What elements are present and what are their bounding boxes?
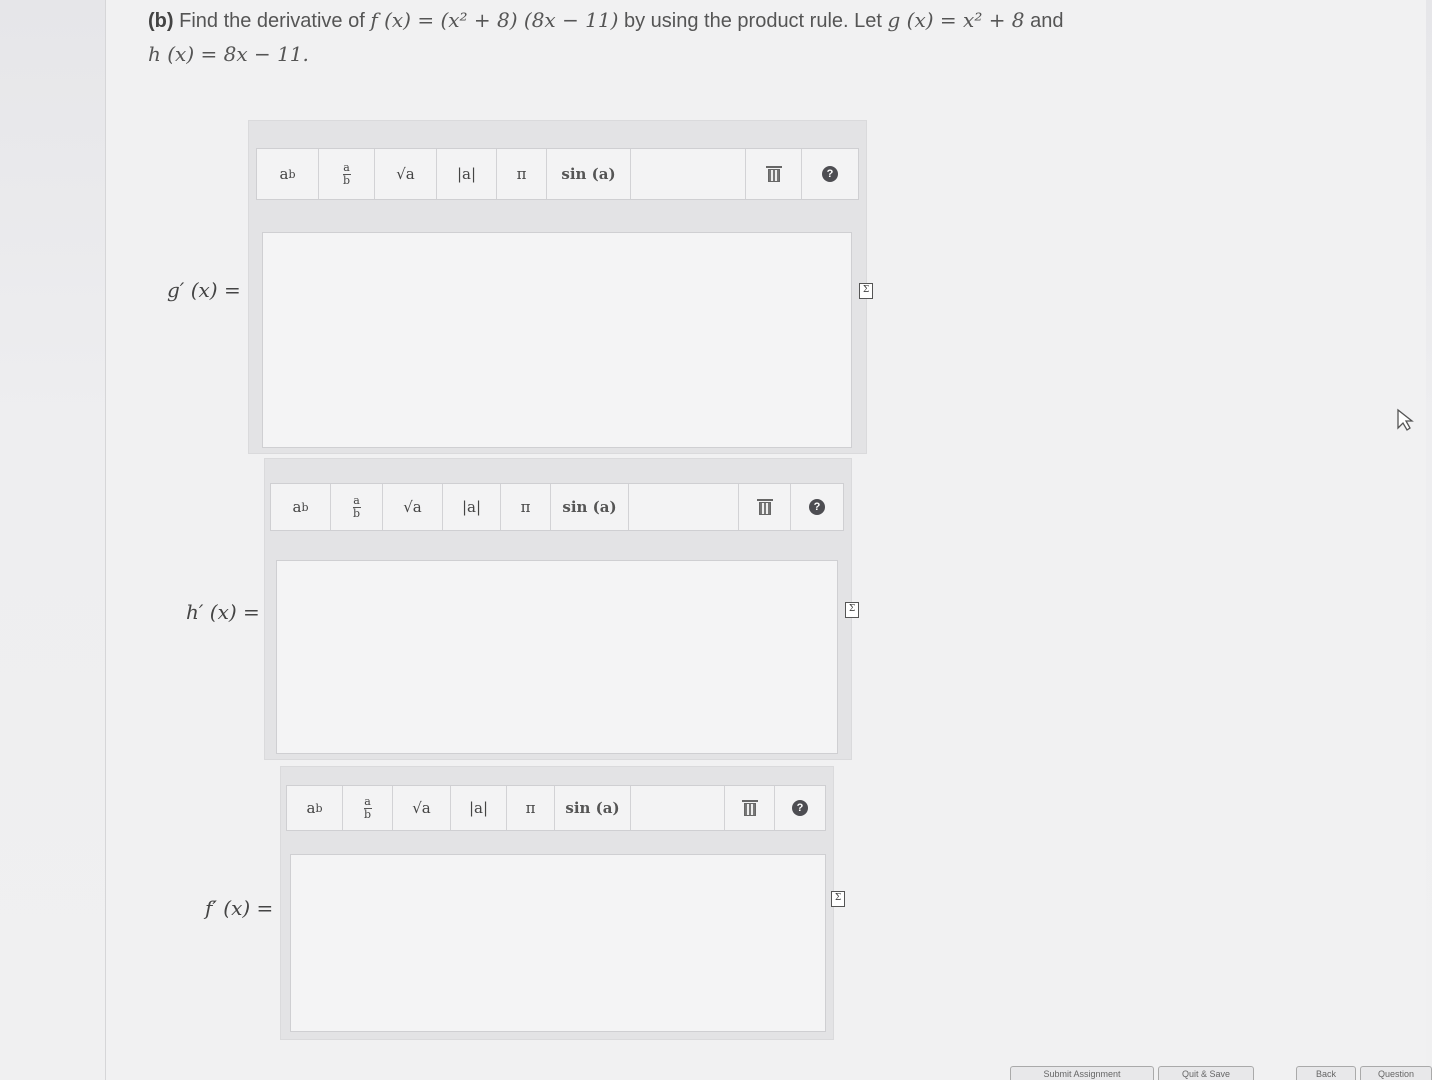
g-prime-label: g′ (x) = <box>167 278 241 302</box>
h-prime-preview-icon[interactable]: Σ <box>845 602 859 618</box>
h-prime-label: h′ (x) = <box>186 600 260 624</box>
g-prime-input[interactable] <box>262 232 852 448</box>
toolbar-spacer <box>631 149 746 199</box>
question-text: (b) Find the derivative of f (x) = (x² +… <box>148 2 1063 39</box>
question-line-2: h (x) = 8x − 11. <box>148 36 309 73</box>
trash-icon <box>765 166 782 182</box>
clear-button[interactable] <box>725 786 775 830</box>
g-prime-toolbar: ab ab √a |a| π sin (a) ? <box>256 148 859 200</box>
question-part-label: (b) <box>148 10 174 32</box>
sin-button[interactable]: sin (a) <box>547 149 631 199</box>
abs-button[interactable]: |a| <box>443 484 501 530</box>
help-icon: ? <box>809 499 825 515</box>
function-f: f (x) = (x² + 8) (8x − 11) <box>370 8 619 32</box>
power-button[interactable]: ab <box>271 484 331 530</box>
clear-button[interactable] <box>739 484 791 530</box>
pi-button[interactable]: π <box>501 484 551 530</box>
sqrt-button[interactable]: √a <box>383 484 443 530</box>
abs-button[interactable]: |a| <box>451 786 507 830</box>
g-prime-preview-icon[interactable]: Σ <box>859 283 873 299</box>
f-prime-preview-icon[interactable]: Σ <box>831 891 845 907</box>
help-icon: ? <box>792 800 808 816</box>
h-prime-toolbar: ab ab √a |a| π sin (a) ? <box>270 483 844 531</box>
trash-icon <box>756 499 773 515</box>
function-h: h (x) = 8x − 11. <box>148 42 309 66</box>
pi-button[interactable]: π <box>497 149 547 199</box>
question-text-1: Find the derivative of <box>179 10 365 32</box>
f-prime-toolbar: ab ab √a |a| π sin (a) ? <box>286 785 826 831</box>
power-button[interactable]: ab <box>257 149 319 199</box>
h-prime-input[interactable] <box>276 560 838 754</box>
quit-save-button[interactable]: Quit & Save <box>1158 1066 1254 1080</box>
trash-icon <box>741 800 758 816</box>
submit-assignment-button[interactable]: Submit Assignment <box>1010 1066 1154 1080</box>
help-icon: ? <box>822 166 838 182</box>
f-prime-label: f′ (x) = <box>205 896 274 920</box>
fraction-button[interactable]: ab <box>319 149 375 199</box>
page: (b) Find the derivative of f (x) = (x² +… <box>0 0 1432 1080</box>
f-prime-input[interactable] <box>290 854 826 1032</box>
fraction-button[interactable]: ab <box>343 786 393 830</box>
question-text-3: and <box>1030 10 1064 32</box>
abs-button[interactable]: |a| <box>437 149 497 199</box>
toolbar-spacer <box>631 786 725 830</box>
back-button[interactable]: Back <box>1296 1066 1356 1080</box>
help-button[interactable]: ? <box>791 484 843 530</box>
question-text-2: by using the product rule. Let <box>624 10 882 32</box>
sin-button[interactable]: sin (a) <box>555 786 631 830</box>
fraction-button[interactable]: ab <box>331 484 383 530</box>
sqrt-button[interactable]: √a <box>375 149 437 199</box>
function-g: g (x) = x² + 8 <box>887 8 1025 32</box>
next-question-button[interactable]: Question <box>1360 1066 1432 1080</box>
pi-button[interactable]: π <box>507 786 555 830</box>
toolbar-spacer <box>629 484 739 530</box>
help-button[interactable]: ? <box>802 149 858 199</box>
help-button[interactable]: ? <box>775 786 825 830</box>
sqrt-button[interactable]: √a <box>393 786 451 830</box>
clear-button[interactable] <box>746 149 802 199</box>
power-button[interactable]: ab <box>287 786 343 830</box>
sin-button[interactable]: sin (a) <box>551 484 629 530</box>
mouse-cursor-icon <box>1397 408 1414 431</box>
